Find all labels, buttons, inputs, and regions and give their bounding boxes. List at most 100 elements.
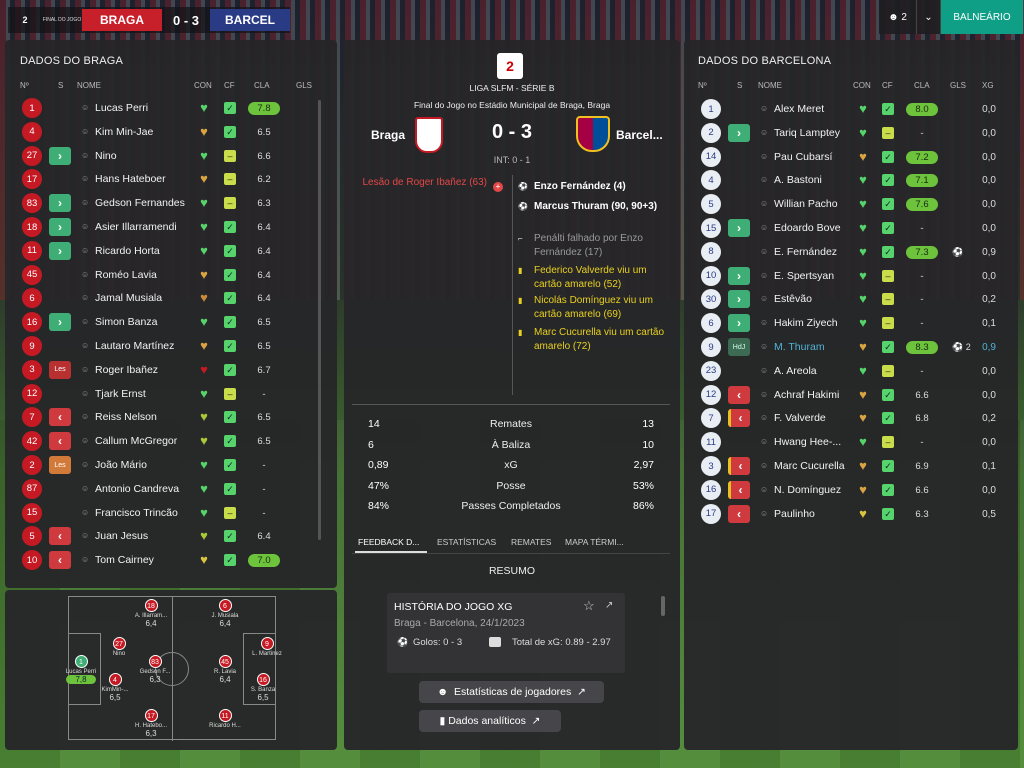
tab-heat-map[interactable]: MAPA TÉRMI...	[565, 537, 624, 547]
score-chip[interactable]: 2 FINAL DO JOGO BRAGA 0 - 3 BARCEL	[8, 7, 290, 33]
col-gls[interactable]: GLS	[296, 81, 312, 90]
player-name[interactable]: E. Fernández	[774, 246, 852, 258]
player-name[interactable]: N. Domínguez	[774, 484, 852, 496]
player-name[interactable]: Hans Hateboer	[95, 173, 195, 185]
col-no[interactable]: Nº	[20, 81, 29, 90]
player-name[interactable]: Gedson Fernandes	[95, 197, 195, 209]
player-name[interactable]: Roger Ibañez	[95, 364, 195, 376]
col-cf[interactable]: CF	[224, 81, 235, 90]
player-name[interactable]: Callum McGregor	[95, 435, 195, 447]
people-button[interactable]: ☻ 2	[879, 0, 917, 34]
player-name[interactable]: Tariq Lamptey	[774, 127, 852, 139]
player-name[interactable]: Simon Banza	[95, 316, 195, 328]
player-name[interactable]: Hakim Ziyech	[774, 317, 852, 329]
sub-out-icon[interactable]: ‹	[49, 408, 71, 427]
player-name[interactable]: Nino	[95, 150, 195, 162]
injury-badge[interactable]: Les	[49, 456, 71, 474]
summary-scrollbar[interactable]	[661, 596, 665, 616]
formation-player[interactable]: 27 Nino	[97, 637, 141, 657]
formation-player[interactable]: 18 A. Illarram... 6,4	[129, 599, 173, 628]
col-xg[interactable]: XG	[982, 81, 994, 90]
player-stats-button[interactable]: ☻ Estatísticas de jogadores ↗	[419, 681, 604, 703]
player-name[interactable]: Roméo Lavia	[95, 269, 195, 281]
sub-in-icon[interactable]: ›	[728, 266, 750, 285]
player-name[interactable]: Lautaro Martínez	[95, 340, 195, 352]
star-icon[interactable]: ☆	[583, 598, 595, 614]
sub-out-icon[interactable]: ‹	[49, 551, 71, 570]
sub-out-icon[interactable]: ‹	[49, 527, 71, 546]
sub-in-icon[interactable]: ›	[49, 241, 71, 260]
person-icon: ☺	[81, 364, 90, 374]
player-name[interactable]: M. Thuram	[774, 341, 852, 353]
player-name[interactable]: Asier Illarramendi	[95, 221, 195, 233]
sub-out-icon[interactable]: ‹	[728, 409, 750, 428]
sub-in-icon[interactable]: ›	[728, 290, 750, 309]
player-name[interactable]: Paulinho	[774, 508, 852, 520]
sub-out-icon[interactable]: ‹	[728, 457, 750, 475]
player-name[interactable]: Kim Min-Jae	[95, 126, 195, 138]
player-name[interactable]: Pau Cubarsí	[774, 151, 852, 163]
formation-player[interactable]: 16 S. Banza 6,5	[241, 673, 285, 702]
col-no[interactable]: Nº	[698, 81, 707, 90]
sub-in-icon[interactable]: ›	[49, 194, 71, 213]
expand-icon[interactable]: ↗	[605, 600, 613, 611]
xg-story-card[interactable]: HISTÓRIA DO JOGO XG ☆ ↗ Braga - Barcelon…	[387, 593, 625, 673]
dressing-room-button[interactable]: BALNEÁRIO	[941, 0, 1024, 34]
player-name[interactable]: Edoardo Bove	[774, 222, 852, 234]
sub-in-icon[interactable]: ›	[728, 314, 750, 333]
sub-out-icon[interactable]: ‹	[728, 480, 750, 499]
player-name[interactable]: E. Spertsyan	[774, 270, 852, 282]
sub-out-icon[interactable]: ‹	[728, 385, 750, 404]
player-name[interactable]: Estêvão	[774, 293, 852, 305]
sub-out-icon[interactable]: ‹	[49, 432, 71, 451]
player-name[interactable]: A. Bastoni	[774, 174, 852, 186]
col-gls[interactable]: GLS	[950, 81, 966, 90]
sub-in-icon[interactable]: ›	[49, 146, 71, 165]
player-name[interactable]: F. Valverde	[774, 412, 852, 424]
formation-player[interactable]: 83 Gedson F... 6,3	[133, 655, 177, 684]
home-list-scrollbar[interactable]	[318, 100, 321, 540]
player-name[interactable]: Reiss Nelson	[95, 411, 195, 423]
col-s[interactable]: S	[58, 81, 63, 90]
player-name[interactable]: Ricardo Horta	[95, 245, 195, 257]
chevron-down-icon[interactable]: ⌄	[917, 0, 941, 34]
col-cla[interactable]: CLA	[254, 81, 270, 90]
formation-player[interactable]: 4 KimMin-... 6,5	[93, 673, 137, 702]
man-of-match-badge[interactable]: HdJ	[728, 338, 750, 356]
player-name[interactable]: Jamal Musiala	[95, 292, 195, 304]
sub-in-icon[interactable]: ›	[728, 123, 750, 142]
player-name[interactable]: Alex Meret	[774, 103, 852, 115]
col-s[interactable]: S	[737, 81, 742, 90]
injury-badge[interactable]: Les	[49, 360, 71, 379]
player-name[interactable]: Tjark Ernst	[95, 388, 195, 400]
col-cla[interactable]: CLA	[914, 81, 930, 90]
player-name[interactable]: Francisco Trincão	[95, 507, 195, 519]
player-name[interactable]: Juan Jesus	[95, 530, 195, 542]
player-name[interactable]: A. Areola	[774, 365, 852, 377]
analytics-button[interactable]: ▮ Dados analíticos ↗	[419, 710, 561, 732]
formation-player[interactable]: 17 H. Hatebo... 6,3	[129, 709, 173, 738]
player-name[interactable]: Achraf Hakimi	[774, 389, 852, 401]
col-con[interactable]: CON	[853, 81, 871, 90]
tab-statistics[interactable]: ESTATÍSTICAS	[437, 537, 496, 547]
col-name[interactable]: NOME	[77, 81, 101, 90]
player-name[interactable]: Willian Pacho	[774, 198, 852, 210]
player-name[interactable]: Tom Cairney	[95, 554, 195, 566]
sub-in-icon[interactable]: ›	[728, 219, 750, 237]
sub-in-icon[interactable]: ›	[49, 313, 71, 332]
formation-player[interactable]: 9 L. Martinez	[245, 637, 289, 657]
player-name[interactable]: Marc Cucurella	[774, 460, 852, 472]
sub-in-icon[interactable]: ›	[49, 218, 71, 236]
tab-shots[interactable]: REMATES	[511, 537, 551, 547]
col-cf[interactable]: CF	[882, 81, 893, 90]
player-name[interactable]: Antonio Candreva	[95, 483, 195, 495]
sub-out-icon[interactable]: ‹	[728, 504, 750, 523]
tab-feedback[interactable]: FEEDBACK D...	[358, 537, 419, 547]
player-name[interactable]: Lucas Perri	[95, 102, 195, 114]
player-name[interactable]: João Mário	[95, 459, 195, 471]
formation-player[interactable]: 6 J. Musiala 6,4	[203, 599, 247, 628]
formation-player[interactable]: 11 Ricardo H...	[203, 709, 247, 729]
col-name[interactable]: NOME	[758, 81, 782, 90]
player-name[interactable]: Hwang Hee-...	[774, 436, 852, 448]
col-con[interactable]: CON	[194, 81, 212, 90]
